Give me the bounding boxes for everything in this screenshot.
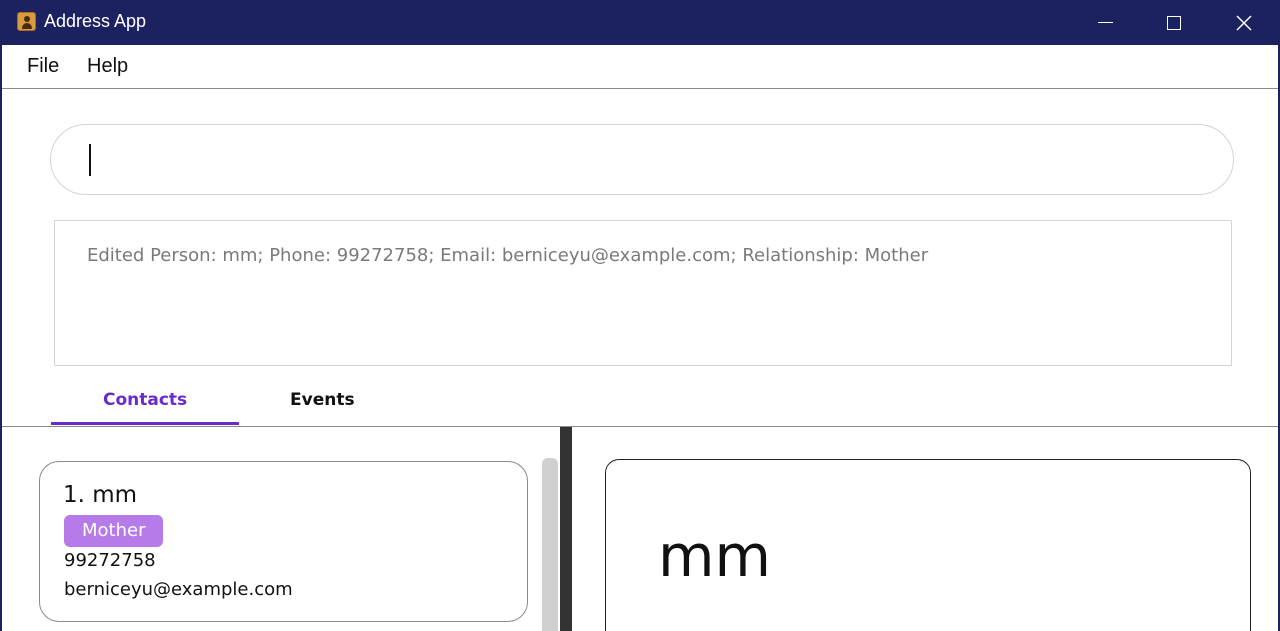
split-pane-divider[interactable]: [560, 427, 572, 631]
maximize-icon: [1167, 15, 1181, 30]
tab-bar: Contacts Events: [2, 380, 1278, 427]
command-box[interactable]: [50, 124, 1234, 195]
menu-help[interactable]: Help: [87, 55, 128, 78]
command-input[interactable]: [87, 139, 1187, 179]
contact-name: 1. mm: [63, 482, 138, 508]
contact-email: berniceyu@example.com: [64, 579, 293, 600]
close-button[interactable]: [1209, 0, 1278, 45]
menu-bar: File Help: [2, 45, 1278, 89]
title-bar: Address App: [2, 0, 1278, 45]
contact-phone: 99272758: [64, 550, 156, 571]
active-tab-indicator: [51, 422, 239, 425]
menu-file[interactable]: File: [27, 55, 59, 78]
tab-contacts[interactable]: Contacts: [103, 390, 187, 410]
relationship-tag: Mother: [64, 515, 164, 547]
text-caret: [89, 144, 91, 176]
contact-detail-card: mm: [605, 459, 1251, 631]
detail-name: mm: [658, 522, 771, 590]
window-title: Address App: [44, 11, 147, 31]
app-window: Address App File Help Edited Person: mm;…: [0, 0, 1280, 631]
result-display: Edited Person: mm; Phone: 99272758; Emai…: [54, 220, 1232, 366]
contact-card[interactable]: 1. mm Mother 99272758 berniceyu@example.…: [39, 461, 528, 622]
contact-list-scrollbar[interactable]: [542, 458, 558, 631]
close-icon: [1236, 14, 1252, 31]
contact-book-icon: [17, 12, 36, 31]
result-message: Edited Person: mm; Phone: 99272758; Emai…: [87, 245, 929, 266]
minimize-button[interactable]: [1070, 0, 1140, 45]
minimize-icon: [1097, 22, 1113, 23]
tab-events[interactable]: Events: [290, 390, 355, 410]
maximize-button[interactable]: [1139, 0, 1209, 45]
